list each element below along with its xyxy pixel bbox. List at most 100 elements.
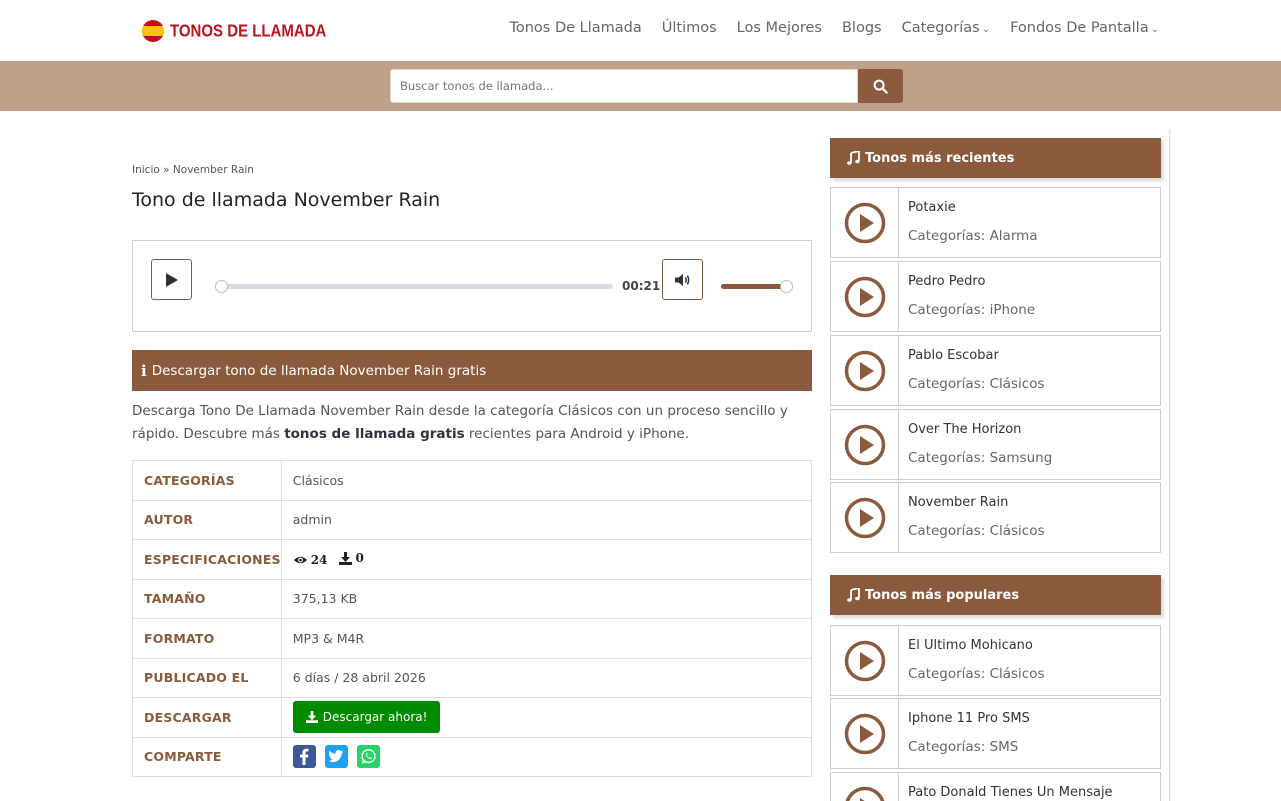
volume-slider[interactable] (721, 280, 793, 293)
info-icon: i (141, 361, 147, 380)
recent-ringtone-item[interactable]: Pablo Escobar Categorías: Clásicos (830, 335, 1161, 406)
downloads-count: 0 (355, 551, 364, 565)
download-now-label: Descargar ahora! (322, 710, 428, 725)
play-circle-button[interactable] (831, 410, 899, 479)
comparte-value (280, 736, 813, 777)
spain-flag-icon (142, 20, 164, 42)
desc-text-after: recientes para Android y iPhone. (464, 426, 690, 442)
play-circle-button[interactable] (831, 626, 899, 695)
ringtone-category: Categorías: Samsung (908, 450, 1053, 466)
play-circle-button[interactable] (831, 699, 899, 768)
table-row: COMPARTE (132, 736, 813, 777)
play-circle-button[interactable] (831, 188, 899, 257)
progress-slider[interactable] (215, 280, 613, 293)
publicado-label: PUBLICADO EL (132, 657, 282, 698)
play-circle-button[interactable] (831, 336, 899, 405)
ringtone-category: Categorías: Clásicos (908, 523, 1045, 539)
facebook-icon (300, 748, 309, 766)
ringtone-title[interactable]: Iphone 11 Pro SMS (908, 711, 1030, 726)
logo-text: TONOS DE LLAMADA (170, 21, 327, 41)
nav-fondos-de-pantalla[interactable]: Fondos De Pantalla ⌄ (1010, 20, 1159, 36)
play-circle-icon (844, 350, 885, 391)
music-note-icon (847, 151, 860, 165)
ringtone-title[interactable]: Pato Donald Tienes Un Mensaje (908, 785, 1113, 800)
site-logo[interactable]: TONOS DE LLAMADA (142, 20, 326, 42)
download-now-button[interactable]: Descargar ahora! (292, 701, 441, 734)
free-ringtones-link[interactable]: tonos de llamada gratis (284, 426, 464, 442)
current-time: 00:21 (622, 279, 661, 293)
search-input[interactable] (391, 70, 857, 102)
main-nav: Tonos De Llamada Últimos Los Mejores Blo… (489, 20, 1159, 36)
comparte-label: COMPARTE (132, 736, 282, 777)
breadcrumb-separator: » (163, 164, 170, 176)
recent-ringtone-item[interactable]: Potaxie Categorías: Alarma (830, 187, 1161, 258)
table-row: ESPECIFICACIONES 24 0 (132, 539, 813, 580)
recent-ringtones-title: Tonos más recientes (865, 150, 1015, 166)
recent-ringtone-item[interactable]: November Rain Categorías: Clásicos (830, 482, 1161, 553)
popular-ringtones-title: Tonos más populares (865, 587, 1020, 603)
nav-blogs[interactable]: Blogs (842, 20, 882, 36)
breadcrumb: Inicio » November Rain (132, 164, 254, 176)
volume-knob[interactable] (780, 280, 793, 293)
search-icon (873, 79, 888, 94)
play-circle-button[interactable] (831, 262, 899, 331)
chevron-down-icon: ⌄ (1150, 24, 1159, 35)
autor-label: AUTOR (132, 499, 282, 540)
play-circle-icon (844, 497, 885, 538)
tamano-label: TAMAÑO (132, 578, 282, 619)
categorias-label: CATEGORÍAS (132, 460, 282, 501)
twitter-share-button[interactable] (324, 745, 348, 769)
download-section-title: Descargar tono de llamada November Rain … (151, 362, 487, 379)
facebook-share-button[interactable] (292, 745, 316, 769)
recent-ringtones-header: Tonos más recientes (830, 138, 1161, 178)
recent-ringtone-item[interactable]: Over The Horizon Categorías: Samsung (830, 409, 1161, 480)
progress-knob[interactable] (215, 280, 228, 293)
breadcrumb-current: November Rain (172, 164, 254, 176)
publicado-value: 6 días / 28 abril 2026 (280, 657, 813, 698)
play-circle-icon (844, 640, 885, 681)
nav-los-mejores[interactable]: Los Mejores (737, 20, 822, 36)
ringtone-category: Categorías: iPhone (908, 302, 1036, 318)
downloads-stat: 0 (339, 551, 364, 565)
download-icon (339, 551, 353, 565)
nav-categorias[interactable]: Categorías ⌄ (902, 20, 991, 36)
especificaciones-value: 24 0 (280, 539, 813, 580)
popular-ringtone-item[interactable]: El Ultimo Mohicano Categorías: Clásicos (830, 625, 1161, 696)
categorias-value[interactable]: Clásicos (280, 460, 813, 501)
ringtone-title[interactable]: Pedro Pedro (908, 274, 985, 289)
play-button[interactable] (151, 259, 192, 300)
whatsapp-share-button[interactable] (356, 745, 380, 769)
ringtone-title[interactable]: Potaxie (908, 200, 956, 215)
volume-button[interactable] (662, 259, 703, 300)
popular-ringtone-item[interactable]: Iphone 11 Pro SMS Categorías: SMS (830, 698, 1161, 769)
especificaciones-label: ESPECIFICACIONES (132, 539, 282, 580)
share-buttons (292, 745, 380, 769)
search-band (0, 61, 1281, 111)
table-row: TAMAÑO 375,13 KB (132, 578, 813, 619)
table-row: DESCARGAR Descargar ahora! (132, 697, 813, 738)
ringtone-title[interactable]: November Rain (908, 495, 1008, 510)
table-row: PUBLICADO EL 6 días / 28 abril 2026 (132, 657, 813, 698)
breadcrumb-home[interactable]: Inicio (132, 164, 160, 176)
popular-ringtone-item[interactable]: Pato Donald Tienes Un Mensaje (830, 772, 1161, 801)
play-circle-icon (844, 276, 885, 317)
nav-fondos-label: Fondos De Pantalla (1010, 20, 1149, 36)
search-button[interactable] (858, 69, 903, 103)
ringtone-category: Categorías: Alarma (908, 228, 1038, 244)
recent-ringtone-item[interactable]: Pedro Pedro Categorías: iPhone (830, 261, 1161, 332)
table-row: FORMATO MP3 & M4R (132, 618, 813, 659)
ringtone-category: Categorías: Clásicos (908, 666, 1045, 682)
download-description: Descarga Tono De Llamada November Rain d… (132, 400, 812, 446)
formato-label: FORMATO (132, 618, 282, 659)
play-circle-button[interactable] (831, 483, 899, 552)
ringtone-title[interactable]: Over The Horizon (908, 422, 1021, 437)
play-circle-icon (844, 424, 885, 465)
popular-ringtones-header: Tonos más populares (830, 575, 1161, 615)
nav-ultimos[interactable]: Últimos (662, 20, 717, 36)
play-circle-icon (845, 786, 884, 801)
ringtone-title[interactable]: Pablo Escobar (908, 348, 999, 363)
eye-icon (293, 556, 307, 563)
ringtone-title[interactable]: El Ultimo Mohicano (908, 638, 1033, 653)
play-circle-button[interactable] (831, 773, 899, 801)
nav-tonos-de-llamada[interactable]: Tonos De Llamada (509, 20, 641, 36)
